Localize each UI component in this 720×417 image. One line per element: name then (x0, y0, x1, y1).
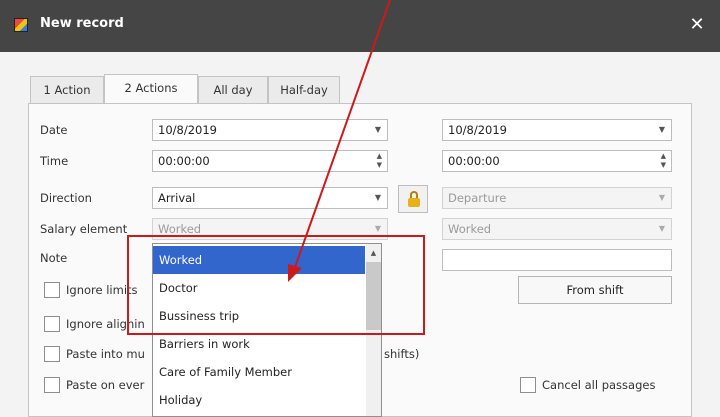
annotation-highlight-box (127, 235, 425, 335)
annotation-arrow-line (293, 0, 391, 271)
annotation-overlay (127, 0, 425, 335)
annotation-arrowhead (288, 264, 302, 282)
